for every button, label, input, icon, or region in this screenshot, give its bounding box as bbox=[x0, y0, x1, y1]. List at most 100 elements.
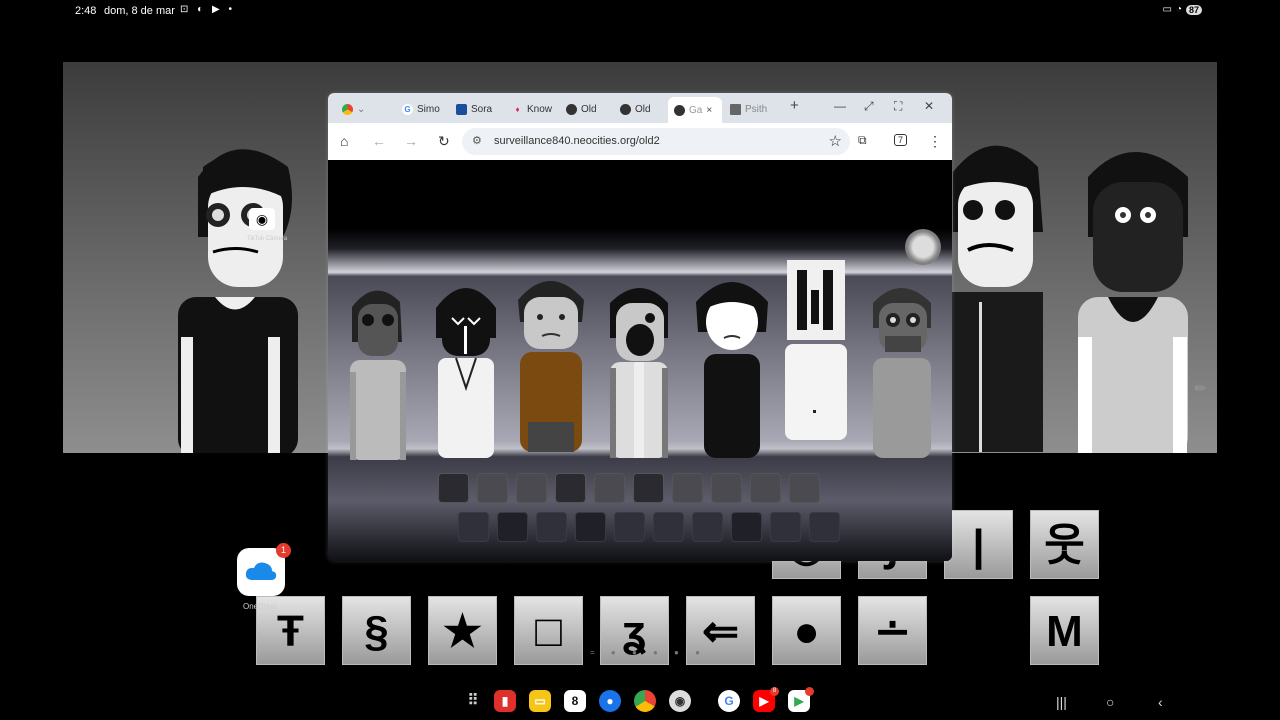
play-store-badge bbox=[805, 687, 814, 696]
google-app-icon[interactable]: G bbox=[718, 690, 740, 712]
back-icon[interactable]: ← bbox=[372, 133, 386, 149]
tab-bar: ⌄ G Simo Sora ♦ Know Old Old Ga × Psith … bbox=[328, 93, 952, 123]
drop-slot-9[interactable] bbox=[750, 473, 781, 503]
drop-slot-11[interactable] bbox=[458, 512, 489, 542]
drop-slot-8[interactable] bbox=[711, 473, 742, 503]
drop-slot-20[interactable] bbox=[809, 512, 840, 542]
character-2 bbox=[436, 288, 496, 458]
tab-label: Know bbox=[527, 103, 552, 115]
fullscreen-icon[interactable]: ⛶ bbox=[894, 99, 902, 114]
tab-label: Simo bbox=[417, 103, 440, 115]
sound-icon-13[interactable]: M bbox=[1030, 596, 1099, 665]
drop-slot-17[interactable] bbox=[692, 512, 723, 542]
drop-slot-2[interactable] bbox=[477, 473, 508, 503]
youtube-badge: 8 bbox=[770, 687, 779, 696]
character-5 bbox=[696, 282, 768, 458]
translate-icon[interactable]: ⧉ bbox=[858, 133, 867, 148]
drop-slot-18[interactable] bbox=[731, 512, 762, 542]
minimize-icon[interactable]: — bbox=[834, 99, 846, 113]
status-date: dom, 8 de mar bbox=[104, 5, 175, 17]
cloud-icon bbox=[245, 562, 277, 580]
messages-icon[interactable]: ● bbox=[599, 690, 621, 712]
tab-1[interactable]: G Simo bbox=[402, 98, 442, 120]
sound-icon-3[interactable]: | bbox=[944, 510, 1013, 579]
bg-character-left bbox=[178, 149, 298, 453]
sound-icon-4[interactable]: 웃 bbox=[1030, 510, 1099, 579]
chrome-window: ⌄ G Simo Sora ♦ Know Old Old Ga × Psith … bbox=[328, 93, 952, 561]
tiktok-camera-label: TikTok Câmera bbox=[247, 236, 288, 242]
battery-indicator: 87 bbox=[1185, 4, 1202, 15]
red-app-icon[interactable]: ▮ bbox=[494, 690, 516, 712]
url-text: surveillance840.neocities.org/old2 bbox=[494, 135, 660, 147]
drop-slot-14[interactable] bbox=[575, 512, 606, 542]
chrome-dock-icon[interactable] bbox=[634, 690, 656, 712]
character-3 bbox=[518, 281, 584, 452]
tab-label: Old bbox=[635, 103, 651, 115]
app-drawer-icon[interactable]: ⠿ bbox=[462, 690, 484, 712]
reload-icon[interactable]: ↻ bbox=[438, 133, 450, 150]
bookmark-star-icon[interactable]: ☆ bbox=[829, 132, 842, 150]
page-indicator: = ● ● ● ● ● bbox=[590, 648, 707, 657]
drop-slot-7[interactable] bbox=[672, 473, 703, 503]
drop-slot-15[interactable] bbox=[614, 512, 645, 542]
camera-icon[interactable]: ◉ bbox=[669, 690, 691, 712]
tab-label: Ga bbox=[689, 104, 703, 116]
forward-icon[interactable]: → bbox=[404, 133, 418, 149]
calendar-icon[interactable]: 8 bbox=[564, 690, 586, 712]
tiktok-camera-icon[interactable]: ◉ bbox=[249, 208, 275, 230]
close-window-icon[interactable]: ✕ bbox=[924, 99, 934, 113]
home-icon[interactable]: ⌂ bbox=[340, 133, 348, 149]
browser-toolbar: ⌂ ← → ↻ ⚙ surveillance840.neocities.org/… bbox=[328, 123, 952, 160]
tablet-screen: 2:48 dom, 8 de mar ⊡ ◐ ▶ • ▭ ◔ 87 ◉ TikT… bbox=[0, 0, 1280, 720]
chrome-menu-icon[interactable]: ⌄ bbox=[342, 98, 365, 120]
close-tab-icon[interactable]: × bbox=[706, 105, 712, 116]
tab-3[interactable]: ♦ Know bbox=[512, 98, 552, 120]
wifi-icon: ◔ bbox=[1175, 4, 1182, 15]
recents-button[interactable]: ||| bbox=[1056, 694, 1067, 710]
google-icon: G bbox=[402, 103, 413, 115]
site-info-icon[interactable]: ⚙ bbox=[472, 134, 482, 147]
new-tab-icon[interactable]: + bbox=[790, 97, 799, 114]
drop-slot-4[interactable] bbox=[555, 473, 586, 503]
drop-slot-19[interactable] bbox=[770, 512, 801, 542]
notes-icon[interactable]: ▭ bbox=[529, 690, 551, 712]
resize-icon[interactable]: ⤢ bbox=[864, 99, 874, 114]
sound-icon-11[interactable]: ● bbox=[772, 596, 841, 665]
drop-slot-3[interactable] bbox=[516, 473, 547, 503]
home-button[interactable]: ○ bbox=[1106, 694, 1114, 710]
tab-5[interactable]: Old bbox=[620, 98, 660, 120]
drop-slot-1[interactable] bbox=[438, 473, 469, 503]
drop-slot-16[interactable] bbox=[653, 512, 684, 542]
game-page bbox=[328, 160, 952, 561]
address-bar[interactable]: ⚙ surveillance840.neocities.org/old2 ☆ bbox=[462, 128, 850, 155]
drop-slot-10[interactable] bbox=[789, 473, 820, 503]
drop-slot-13[interactable] bbox=[536, 512, 567, 542]
tab-4[interactable]: Old bbox=[566, 98, 606, 120]
menu-icon[interactable]: ⋮ bbox=[928, 133, 942, 150]
bg-character-right-2 bbox=[1078, 152, 1188, 453]
chevron-down-icon: ⌄ bbox=[357, 103, 366, 115]
tab-active[interactable]: Ga × bbox=[668, 97, 722, 123]
drop-slot-6[interactable] bbox=[633, 473, 664, 503]
sound-icon-7[interactable]: ★ bbox=[428, 596, 497, 665]
tab-label: Old bbox=[581, 103, 597, 115]
sound-icon-8[interactable]: □ bbox=[514, 596, 583, 665]
drop-slot-5[interactable] bbox=[594, 473, 625, 503]
chrome-icon bbox=[342, 103, 353, 115]
sora-icon bbox=[456, 103, 467, 115]
tab-2[interactable]: Sora bbox=[456, 98, 496, 120]
character-7 bbox=[873, 288, 931, 458]
onedrive-label: OneDrive bbox=[243, 602, 277, 611]
back-button[interactable]: ‹ bbox=[1158, 694, 1163, 710]
globe-icon bbox=[566, 103, 577, 115]
image-icon bbox=[730, 103, 741, 115]
tab-7[interactable]: Psith bbox=[730, 98, 772, 120]
sound-icon-12[interactable]: ∸ bbox=[858, 596, 927, 665]
extension-badge[interactable]: 7 bbox=[894, 134, 908, 146]
drop-slot-12[interactable] bbox=[497, 512, 528, 542]
character-1 bbox=[350, 290, 406, 460]
sound-icon-6[interactable]: § bbox=[342, 596, 411, 665]
notification-icons: ⊡ ◐ ▶ • bbox=[180, 4, 235, 15]
character-4 bbox=[610, 288, 668, 458]
status-right-icons: ▭ ◔ 87 bbox=[1162, 4, 1202, 15]
